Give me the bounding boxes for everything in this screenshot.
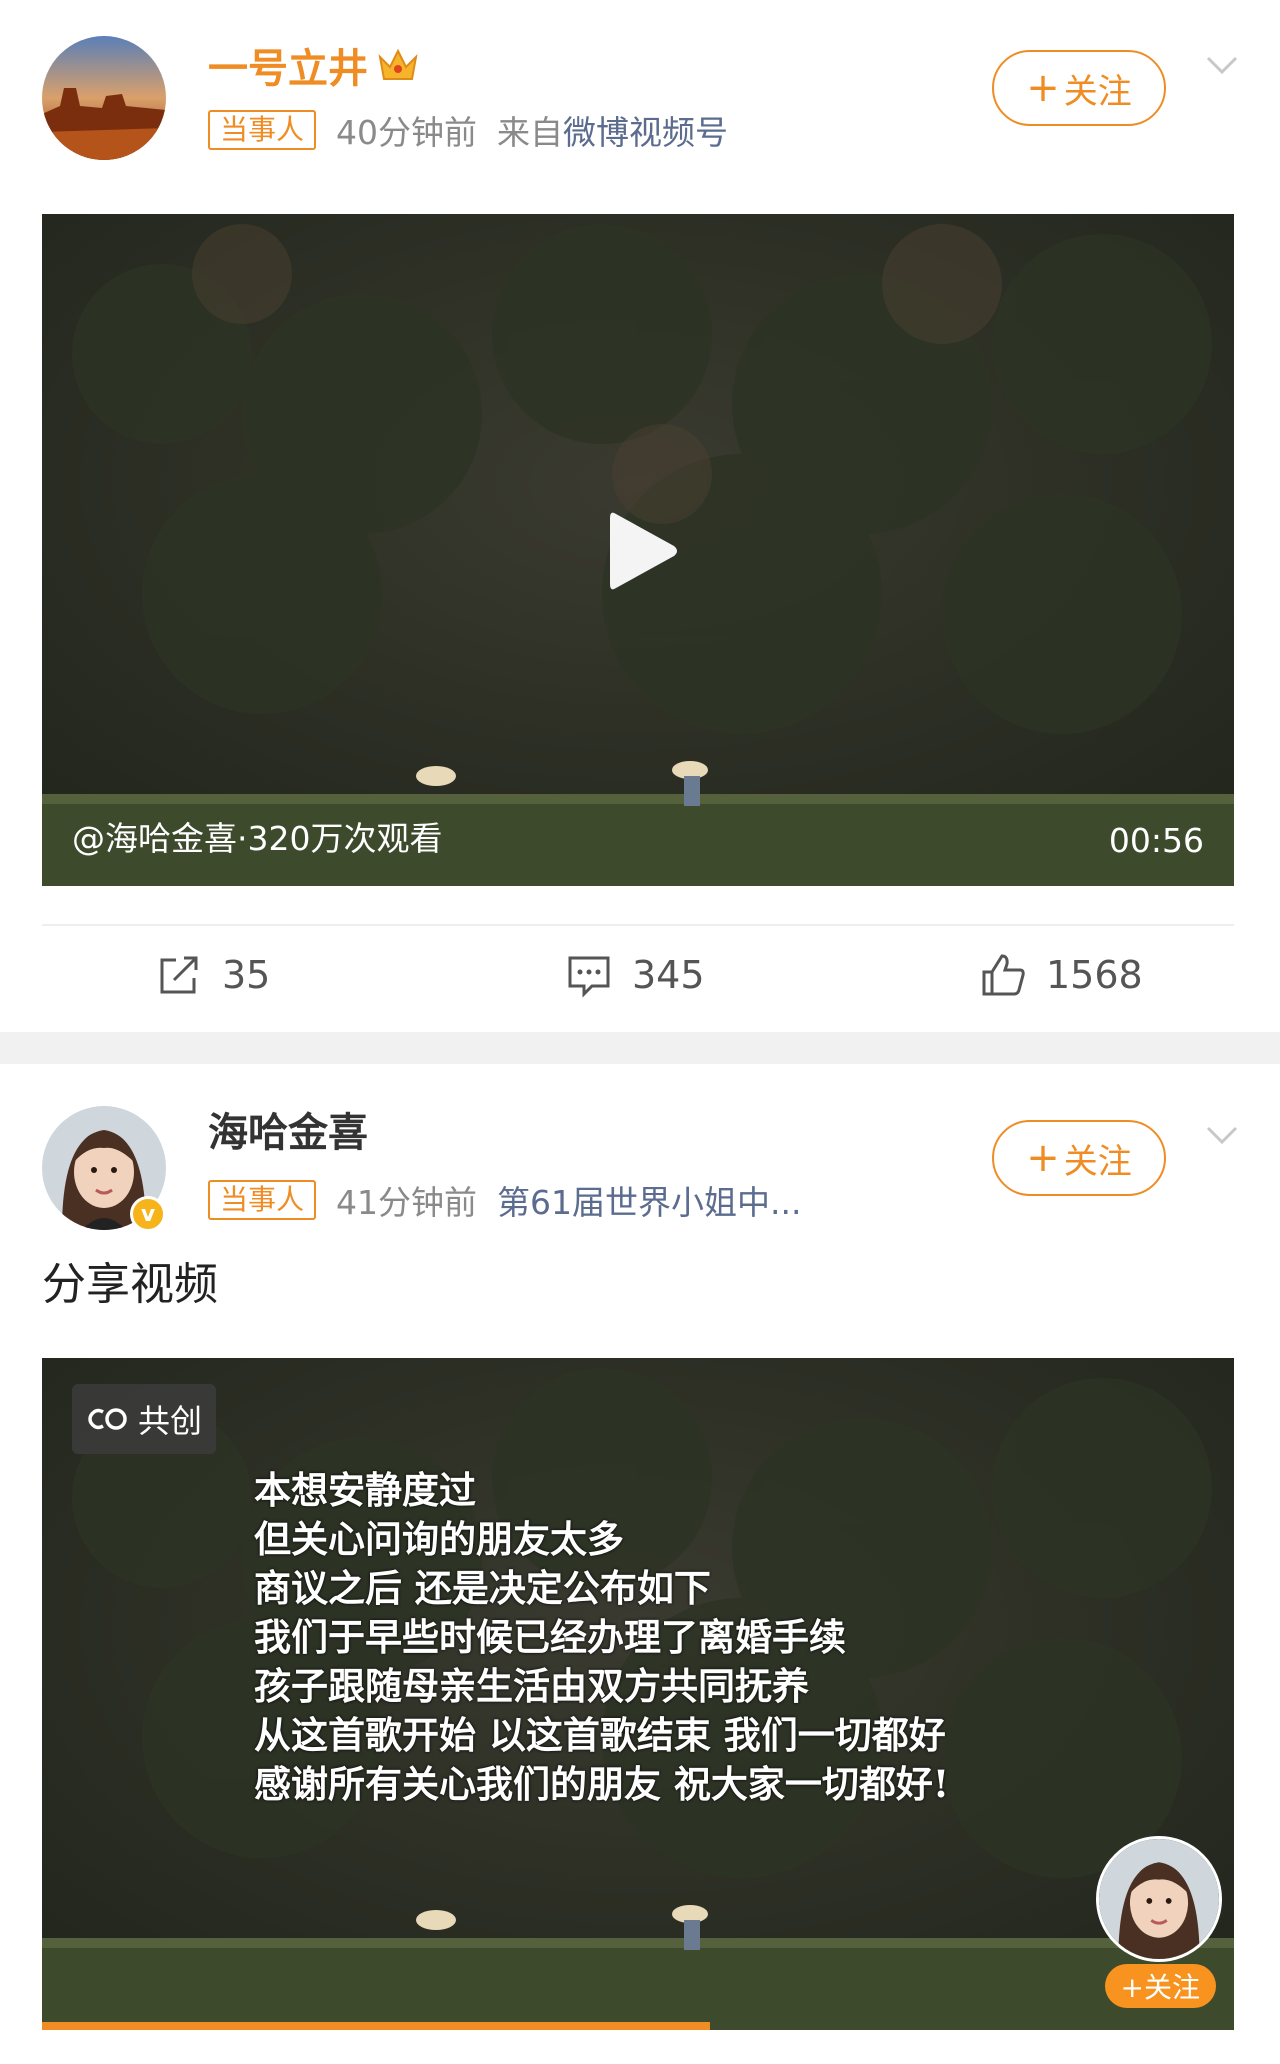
status-badge: 当事人	[208, 1180, 317, 1220]
post-card: 一号立井 当事人 40分钟前 来自 微博视频号 + 关注 @海哈金喜·320万次…	[0, 0, 1280, 1032]
comment-button[interactable]: 345	[566, 952, 705, 998]
video-progress-bar[interactable]	[42, 2022, 710, 2030]
lyric-line: 商议之后 还是决定公布如下	[254, 1566, 711, 1610]
video-player[interactable]: @海哈金喜·320万次观看 00:56	[42, 214, 1234, 886]
follow-button[interactable]: + 关注	[992, 1120, 1166, 1196]
lyric-line: 但关心问询的朋友太多	[254, 1517, 624, 1561]
status-badge: 当事人	[208, 110, 317, 150]
action-bar: 35 345 1568	[0, 926, 1280, 1026]
source-prefix: 来自	[497, 113, 564, 152]
repost-button[interactable]: 35	[156, 952, 270, 998]
lyric-line: 孩子跟随母亲生活由双方共同抚养	[254, 1664, 809, 1708]
username[interactable]: 海哈金喜	[208, 1100, 368, 1158]
verified-badge: v	[130, 1196, 166, 1232]
username[interactable]: 一号立井	[208, 36, 420, 94]
comment-icon	[568, 956, 610, 998]
chevron-down-icon[interactable]	[1204, 1116, 1240, 1152]
avatar[interactable]	[42, 36, 166, 160]
post-text: 分享视频	[42, 1259, 218, 1310]
creator-follow-button[interactable]: +关注	[1104, 1964, 1216, 2008]
lyric-line: 从这首歌开始 以这首歌结束 我们一切都好	[254, 1713, 946, 1757]
lyric-line: 本想安静度过	[254, 1468, 476, 1512]
thumbs-up-icon	[982, 954, 1025, 996]
crown-icon	[378, 48, 418, 80]
source-link[interactable]: 微博视频号	[563, 106, 728, 154]
co-icon	[88, 1408, 127, 1430]
post-time: 40分钟前	[336, 113, 478, 152]
chevron-down-icon[interactable]	[1204, 46, 1240, 82]
post-time: 41分钟前	[336, 1183, 478, 1222]
video-lyrics: 本想安静度过 但关心问询的朋友太多 商议之后 还是决定公布如下 我们于早些时候已…	[254, 1466, 949, 1809]
video-info[interactable]: @海哈金喜·320万次观看	[72, 812, 442, 860]
repost-icon	[160, 956, 198, 994]
plus-icon: +	[1026, 1135, 1060, 1181]
play-icon[interactable]	[608, 510, 680, 592]
video-duration: 00:56	[1108, 821, 1204, 860]
post-meta: 当事人 41分钟前 第61届世界小姐中...	[208, 1176, 801, 1224]
lyric-line: 感谢所有关心我们的朋友 祝大家一切都好!	[254, 1762, 950, 1806]
cocreate-badge[interactable]: 共创	[72, 1384, 217, 1454]
creator-avatar[interactable]	[1096, 1836, 1222, 1962]
video-player[interactable]: 共创 本想安静度过 但关心问询的朋友太多 商议之后 还是决定公布如下 我们于早些…	[42, 1358, 1234, 2030]
post-meta: 当事人 40分钟前 来自 微博视频号	[208, 106, 728, 154]
post-card: v 海哈金喜 当事人 41分钟前 第61届世界小姐中... + 关注 分享视频	[0, 1064, 1280, 2064]
section-gap	[0, 1032, 1280, 1064]
plus-icon: +	[1026, 65, 1060, 111]
source-link[interactable]: 第61届世界小姐中...	[497, 1176, 801, 1224]
lyric-line: 我们于早些时候已经办理了离婚手续	[254, 1615, 846, 1659]
like-button[interactable]: 1568	[980, 952, 1143, 998]
follow-button[interactable]: + 关注	[992, 50, 1166, 126]
